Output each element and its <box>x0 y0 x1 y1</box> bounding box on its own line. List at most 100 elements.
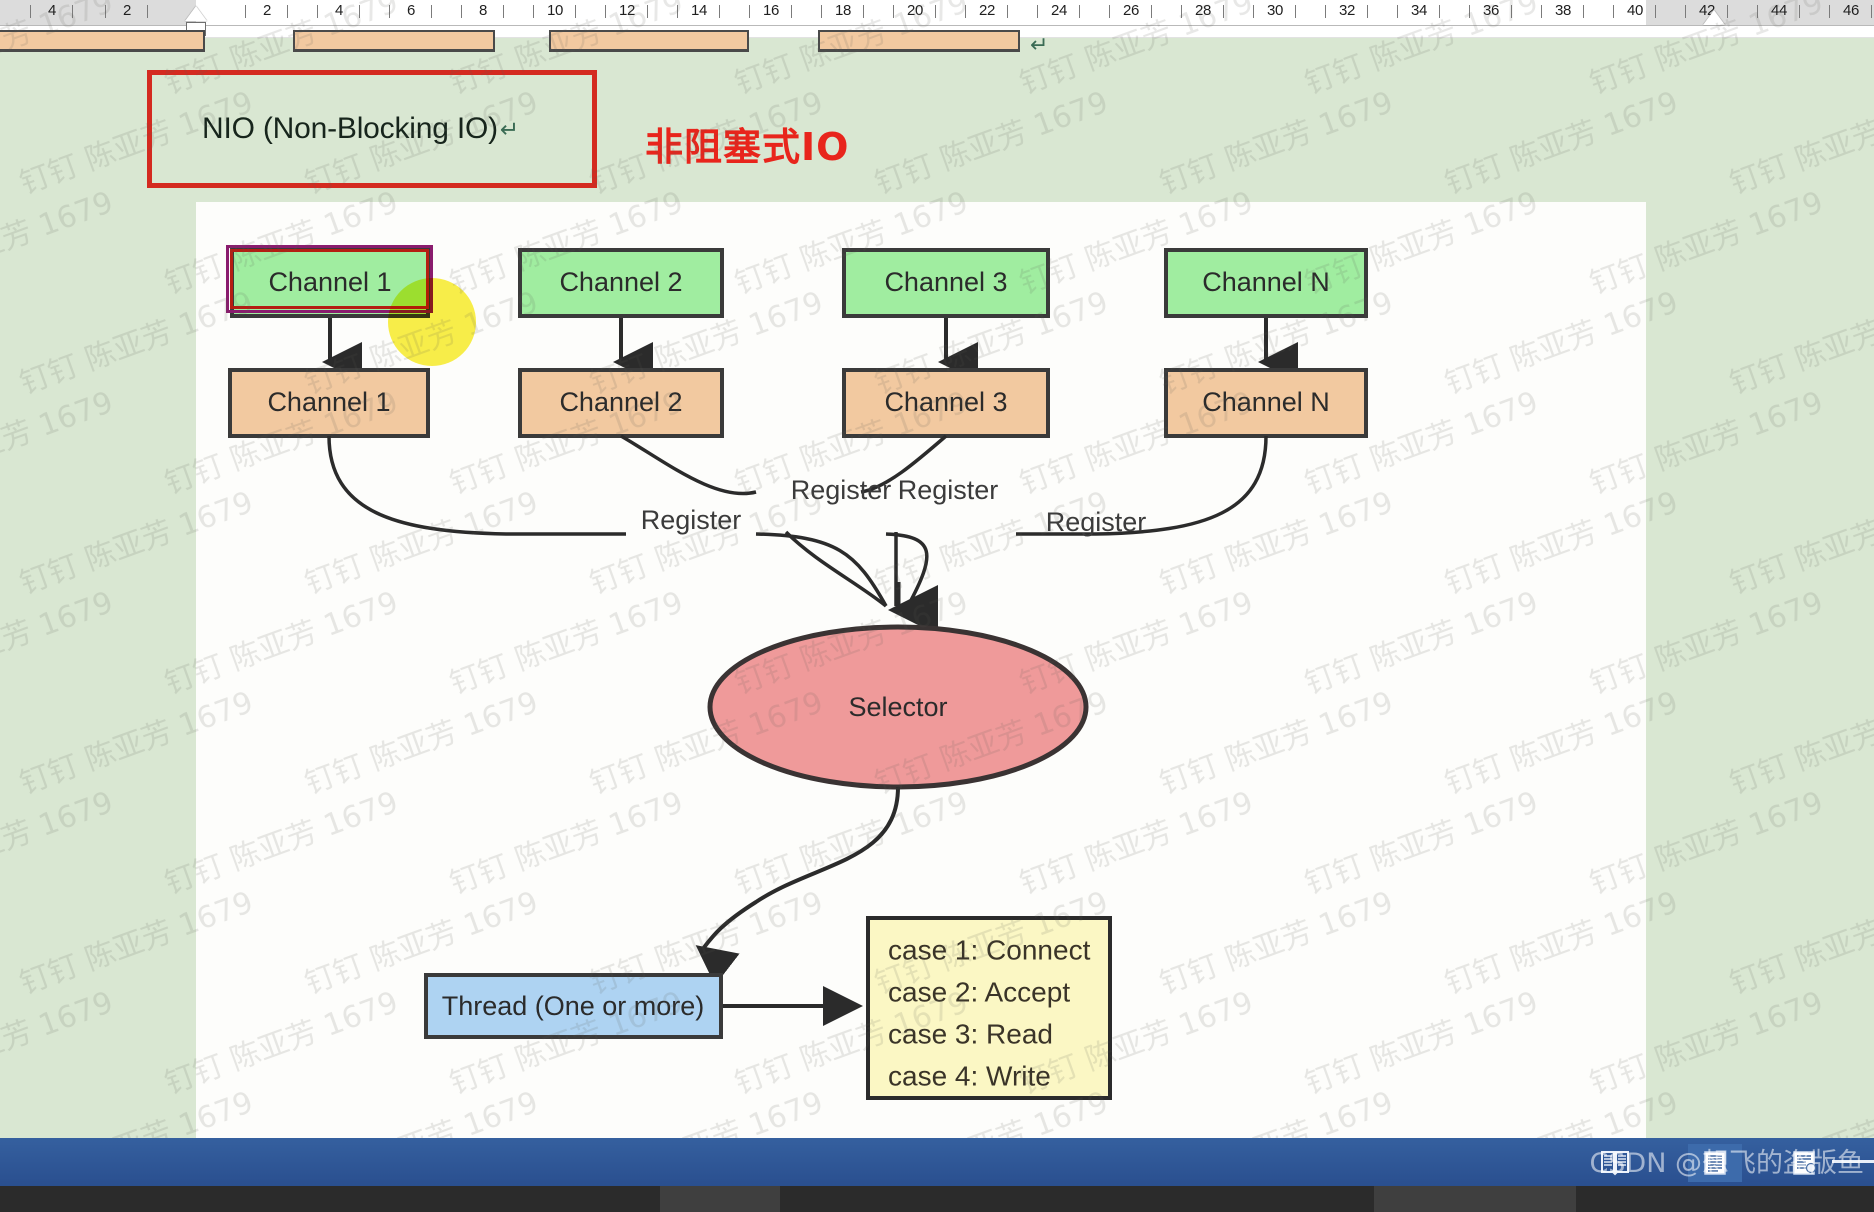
right-indent-marker[interactable] <box>1703 10 1725 25</box>
word-document-window: 4 2 2 4 6 8 10 12 14 16 18 20 22 24 26 28 30 32 34 36 38 40 42… <box>0 0 1874 1212</box>
ruler-minor-tick <box>1007 5 1008 18</box>
channel-bottom-2-label: Channel 2 <box>559 387 682 417</box>
ruler-minor-tick <box>389 5 390 18</box>
ruler-tick-10-6: 10 <box>546 2 564 19</box>
register-label-2: Register <box>791 475 892 505</box>
channel-box-bottom-1[interactable]: Channel 1 <box>228 368 430 438</box>
ruler-tick-4-3: 4 <box>334 2 344 19</box>
ruler-tick-20-11: 20 <box>906 2 924 19</box>
ruler-tick-14-8: 14 <box>690 2 708 19</box>
os-taskbar[interactable] <box>0 1186 1874 1212</box>
case-line-1: case 1: Connect <box>888 934 1091 965</box>
ruler-minor-tick <box>1727 5 1728 18</box>
channel-bottom-1-label: Channel 1 <box>267 387 390 417</box>
previous-figure-box-3 <box>549 30 749 52</box>
ruler-minor-tick <box>1871 5 1872 18</box>
ruler-minor-tick <box>1799 5 1800 18</box>
ruler-tick-6-4: 6 <box>406 2 416 19</box>
channel-top-3-label: Channel 3 <box>884 267 1007 297</box>
taskbar-item-2[interactable] <box>1374 1186 1576 1212</box>
channel-box-bottom-3[interactable]: Channel 3 <box>842 368 1050 438</box>
ruler-minor-tick <box>287 5 288 18</box>
ruler-minor-tick <box>147 5 148 18</box>
channel-top-4-label: Channel N <box>1202 267 1330 297</box>
ruler-tick-44-23: 44 <box>1770 2 1788 19</box>
register-edge-4b <box>885 532 929 607</box>
ruler-minor-tick <box>1685 5 1686 18</box>
ruler-minor-tick <box>245 5 246 18</box>
ruler-minor-tick <box>965 5 966 18</box>
paragraph-mark: ↵ <box>1030 32 1049 57</box>
register-edge-2 <box>620 434 757 496</box>
nio-title-box[interactable]: NIO (Non-Blocking IO) ↵ <box>147 70 597 188</box>
ruler-minor-tick <box>1109 5 1110 18</box>
ruler-tick-12-7: 12 <box>618 2 636 19</box>
ruler-tick-4-0: 4 <box>47 2 57 19</box>
ruler-minor-tick <box>431 5 432 18</box>
ruler-minor-tick <box>1655 5 1656 18</box>
cases-box[interactable]: case 1: Connect case 2: Accept case 3: R… <box>866 916 1112 1100</box>
first-line-indent-marker[interactable] <box>185 6 207 21</box>
document-page: ↵ NIO (Non-Blocking IO) ↵ 非阻塞式IO Channel… <box>0 30 1874 1158</box>
ruler-minor-tick <box>30 5 31 18</box>
ruler-minor-tick <box>1541 5 1542 18</box>
previous-figure-box-1 <box>0 30 205 52</box>
nio-title-pilcrow: ↵ <box>499 115 520 142</box>
ruler-tick-34-18: 34 <box>1410 2 1428 19</box>
ruler-tick-32-17: 32 <box>1338 2 1356 19</box>
ruler-minor-tick <box>1223 5 1224 18</box>
register-label-3: Register <box>898 475 999 505</box>
ruler-tick-40-21: 40 <box>1626 2 1644 19</box>
ruler-tick-30-16: 30 <box>1266 2 1284 19</box>
case-line-4: case 4: Write <box>888 1060 1051 1091</box>
ruler-tick-22-12: 22 <box>978 2 996 19</box>
ruler-minor-tick <box>461 5 462 18</box>
ruler-tick-18-10: 18 <box>834 2 852 19</box>
ruler-minor-tick <box>1325 5 1326 18</box>
ruler-minor-tick <box>791 5 792 18</box>
ruler-minor-tick <box>317 5 318 18</box>
ruler-tick-24-13: 24 <box>1050 2 1068 19</box>
previous-figure-box-4 <box>818 30 1020 52</box>
register-edge-2b <box>784 530 888 608</box>
channel-box-top-1[interactable]: Channel 1 <box>230 248 430 318</box>
ruler-minor-tick <box>533 5 534 18</box>
ruler-minor-tick <box>1367 5 1368 18</box>
ruler-tick-16-9: 16 <box>762 2 780 19</box>
ruler-minor-tick <box>72 5 73 18</box>
chinese-heading: 非阻塞式IO <box>645 125 850 169</box>
channel-top-2-label: Channel 2 <box>559 267 682 297</box>
channel-box-bottom-2[interactable]: Channel 2 <box>518 368 724 438</box>
channel-box-top-3[interactable]: Channel 3 <box>842 248 1050 318</box>
selector-node[interactable]: Selector <box>707 624 1089 790</box>
channel-bottom-4-label: Channel N <box>1202 387 1330 417</box>
ruler-minor-tick <box>719 5 720 18</box>
ruler-tick-2-2: 2 <box>262 2 272 19</box>
channel-box-bottom-4[interactable]: Channel N <box>1164 368 1368 438</box>
nio-architecture-diagram[interactable]: Channel 1 Channel 2 Channel 3 Channel N <box>196 202 1646 1158</box>
ruler-minor-tick <box>1757 5 1758 18</box>
ruler-minor-tick <box>1439 5 1440 18</box>
thread-label: Thread (One or more) <box>442 991 705 1021</box>
ruler-minor-tick <box>359 5 360 18</box>
channel-box-top-4[interactable]: Channel N <box>1164 248 1368 318</box>
taskbar-item-1[interactable] <box>660 1186 780 1212</box>
csdn-watermark: CSDN @想飞的盗版鱼 <box>1589 1148 1864 1179</box>
ruler-tick-38-20: 38 <box>1554 2 1572 19</box>
previous-figure-box-2 <box>293 30 495 52</box>
ruler-minor-tick <box>893 5 894 18</box>
case-line-2: case 2: Accept <box>888 976 1070 1007</box>
ruler-minor-tick <box>1079 5 1080 18</box>
horizontal-ruler[interactable]: 4 2 2 4 6 8 10 12 14 16 18 20 22 24 26 28 30 32 34 36 38 40 42… <box>0 0 1874 26</box>
register-edge-1 <box>327 435 626 536</box>
ruler-minor-tick <box>105 5 106 18</box>
channel-box-top-2[interactable]: Channel 2 <box>518 248 724 318</box>
ruler-tick-26-14: 26 <box>1122 2 1140 19</box>
ruler-minor-tick <box>1397 5 1398 18</box>
thread-box[interactable]: Thread (One or more) <box>424 973 723 1039</box>
ruler-minor-tick <box>503 5 504 18</box>
ruler-minor-tick <box>1295 5 1296 18</box>
ruler-tick-36-19: 36 <box>1482 2 1500 19</box>
ruler-minor-tick <box>1253 5 1254 18</box>
register-label-1: Register <box>641 505 742 535</box>
